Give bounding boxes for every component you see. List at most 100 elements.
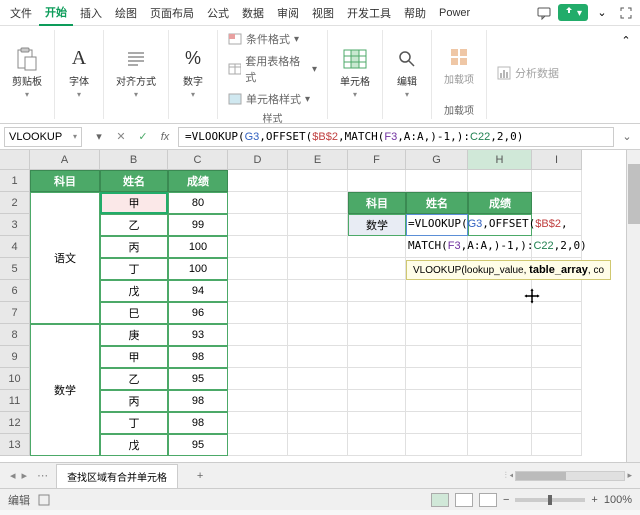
- addin-button[interactable]: 加载项: [440, 43, 478, 88]
- view-pagebreak-icon[interactable]: [479, 493, 497, 507]
- cell-E8[interactable]: [288, 324, 348, 346]
- menu-draw[interactable]: 绘图: [109, 1, 143, 25]
- cell-F13[interactable]: [348, 434, 406, 456]
- cell-F12[interactable]: [348, 412, 406, 434]
- dropdown-icon[interactable]: ▾: [90, 128, 108, 146]
- cell-F5[interactable]: [348, 258, 406, 280]
- cell-I11[interactable]: [532, 390, 582, 412]
- lookup-header[interactable]: 科目: [348, 192, 406, 214]
- cell-E2[interactable]: [288, 192, 348, 214]
- scrollbar-thumb[interactable]: [628, 164, 640, 224]
- col-header-H[interactable]: H: [468, 150, 532, 170]
- menu-data[interactable]: 数据: [236, 1, 270, 25]
- chevron-down-icon[interactable]: ▾: [73, 132, 77, 141]
- menu-pagelayout[interactable]: 页面布局: [144, 1, 200, 25]
- cell-H7[interactable]: [468, 302, 532, 324]
- row-header-6[interactable]: 6: [0, 280, 30, 302]
- formula-input[interactable]: =VLOOKUP(G3,OFFSET($B$2,MATCH(F3,A:A,)-1…: [178, 127, 614, 147]
- cell-G12[interactable]: [406, 412, 468, 434]
- score-cell[interactable]: 95: [168, 368, 228, 390]
- cell-E5[interactable]: [288, 258, 348, 280]
- cell-I1[interactable]: [532, 170, 582, 192]
- cell-G10[interactable]: [406, 368, 468, 390]
- score-cell[interactable]: 100: [168, 236, 228, 258]
- row-header-8[interactable]: 8: [0, 324, 30, 346]
- cell-F1[interactable]: [348, 170, 406, 192]
- name-cell[interactable]: 甲: [100, 346, 168, 368]
- cell-G9[interactable]: [406, 346, 468, 368]
- menu-dev[interactable]: 开发工具: [341, 1, 397, 25]
- row-header-5[interactable]: 5: [0, 258, 30, 280]
- cell-D1[interactable]: [228, 170, 288, 192]
- score-cell[interactable]: 98: [168, 412, 228, 434]
- col-header-A[interactable]: A: [30, 150, 100, 170]
- col-header-C[interactable]: C: [168, 150, 228, 170]
- number-button[interactable]: % 数字 ▾: [177, 45, 209, 101]
- cell-G7[interactable]: [406, 302, 468, 324]
- row-header-10[interactable]: 10: [0, 368, 30, 390]
- cell-E13[interactable]: [288, 434, 348, 456]
- cell-E4[interactable]: [288, 236, 348, 258]
- horizontal-scrollbar[interactable]: ⫶ ◂ ▸: [216, 470, 632, 481]
- tab-next-icon[interactable]: ▸: [20, 469, 30, 482]
- cell-G13[interactable]: [406, 434, 468, 456]
- cell-H10[interactable]: [468, 368, 532, 390]
- cell-F8[interactable]: [348, 324, 406, 346]
- cell-E1[interactable]: [288, 170, 348, 192]
- cell-F10[interactable]: [348, 368, 406, 390]
- score-cell[interactable]: 98: [168, 346, 228, 368]
- cell-G11[interactable]: [406, 390, 468, 412]
- cell-F11[interactable]: [348, 390, 406, 412]
- name-cell[interactable]: 戊: [100, 280, 168, 302]
- row-header-7[interactable]: 7: [0, 302, 30, 324]
- row-header-11[interactable]: 11: [0, 390, 30, 412]
- cell-H6[interactable]: [468, 280, 532, 302]
- cell-E10[interactable]: [288, 368, 348, 390]
- cell-H13[interactable]: [468, 434, 532, 456]
- lookup-subject[interactable]: 数学: [348, 214, 406, 236]
- score-cell[interactable]: 93: [168, 324, 228, 346]
- table-header[interactable]: 姓名: [100, 170, 168, 192]
- name-cell[interactable]: 乙: [100, 214, 168, 236]
- cell-H1[interactable]: [468, 170, 532, 192]
- cell-I2[interactable]: [532, 192, 582, 214]
- menu-file[interactable]: 文件: [4, 1, 38, 25]
- name-cell[interactable]: 丁: [100, 412, 168, 434]
- lookup-header[interactable]: 姓名: [406, 192, 468, 214]
- row-header-2[interactable]: 2: [0, 192, 30, 214]
- zoom-slider[interactable]: [515, 498, 585, 502]
- row-header-3[interactable]: 3: [0, 214, 30, 236]
- cell-D3[interactable]: [228, 214, 288, 236]
- zoom-in-icon[interactable]: +: [591, 494, 597, 506]
- cond-format-button[interactable]: 条件格式 ▾: [226, 30, 319, 48]
- spreadsheet-grid[interactable]: ABCDEFGHI 12345678910111213 科目姓名成绩语文数学甲8…: [0, 150, 640, 462]
- comment-icon[interactable]: [534, 3, 554, 23]
- menu-formula[interactable]: 公式: [201, 1, 235, 25]
- cell-I7[interactable]: [532, 302, 582, 324]
- accessibility-icon[interactable]: [38, 494, 50, 506]
- row-header-13[interactable]: 13: [0, 434, 30, 456]
- col-header-B[interactable]: B: [100, 150, 168, 170]
- zoom-out-icon[interactable]: −: [503, 494, 509, 506]
- table-format-button[interactable]: 套用表格格式 ▾: [226, 52, 319, 86]
- name-cell[interactable]: 戊: [100, 434, 168, 456]
- row-header-9[interactable]: 9: [0, 346, 30, 368]
- score-cell[interactable]: 99: [168, 214, 228, 236]
- cell-F6[interactable]: [348, 280, 406, 302]
- col-header-D[interactable]: D: [228, 150, 288, 170]
- score-cell[interactable]: 95: [168, 434, 228, 456]
- cell-D5[interactable]: [228, 258, 288, 280]
- cell-H9[interactable]: [468, 346, 532, 368]
- share-button[interactable]: ▾: [558, 4, 588, 21]
- accept-formula-icon[interactable]: ✓: [134, 128, 152, 146]
- name-cell[interactable]: 庚: [100, 324, 168, 346]
- cell-D6[interactable]: [228, 280, 288, 302]
- cell-I9[interactable]: [532, 346, 582, 368]
- cell-E3[interactable]: [288, 214, 348, 236]
- col-header-F[interactable]: F: [348, 150, 406, 170]
- cell-D12[interactable]: [228, 412, 288, 434]
- table-header[interactable]: 成绩: [168, 170, 228, 192]
- cell-D2[interactable]: [228, 192, 288, 214]
- cell-F4[interactable]: [348, 236, 406, 258]
- lookup-header[interactable]: 成绩: [468, 192, 532, 214]
